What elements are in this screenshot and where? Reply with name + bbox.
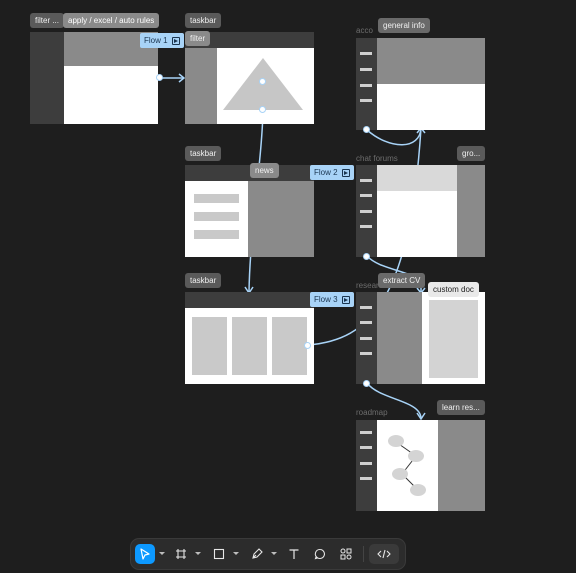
tag-taskbar[interactable]: taskbar [185,273,222,288]
tag-general-info[interactable]: general info [378,18,430,33]
rectangle-icon [213,548,225,560]
frame-label-roadmap: roadmap [356,408,388,417]
connection-node[interactable] [363,126,370,133]
toolbar-divider [363,546,364,562]
text-icon [289,549,299,559]
code-icon [377,549,391,559]
bottom-toolbar [131,539,405,569]
content-panel [377,292,422,384]
comment-tool-button[interactable] [310,544,330,564]
dev-mode-toggle[interactable] [369,544,399,564]
flow-2-label: Flow 2 [314,168,338,177]
chevron-down-icon[interactable] [195,552,201,555]
tag-learn-resources[interactable]: learn res... [437,400,485,415]
tag-apply-rules[interactable]: apply / excel / auto rules [63,13,160,28]
frame-taskbar-2[interactable] [185,165,314,257]
flow-3-label: Flow 3 [314,295,338,304]
frame-research[interactable] [356,292,485,384]
flow-1-badge[interactable]: Flow 1 [140,33,184,48]
flow-1-label: Flow 1 [144,36,168,45]
text-tool-button[interactable] [284,544,304,564]
sidebar [30,32,64,124]
frame-icon [176,549,186,559]
play-icon [171,36,180,45]
list-row [194,230,239,239]
right-panel [438,420,485,511]
tag-extract-cv[interactable]: extract CV [378,273,426,288]
connection-node[interactable] [304,342,311,349]
frame-tool-button[interactable] [171,544,191,564]
tag-taskbar[interactable]: taskbar [185,13,222,28]
card [192,317,227,375]
frame-taskbar-3[interactable] [185,292,314,384]
connection-node[interactable] [363,253,370,260]
pen-tool-button[interactable] [247,544,267,564]
connection-node[interactable] [363,380,370,387]
tag-taskbar[interactable]: taskbar [185,146,222,161]
play-icon [341,295,350,304]
move-tool-button[interactable] [135,544,155,564]
frame-label-account: acco [356,26,373,35]
chevron-down-icon[interactable] [159,552,165,555]
frame-filter-page[interactable] [30,32,158,124]
connection-node[interactable] [156,74,163,81]
chevron-down-icon[interactable] [233,552,239,555]
comment-icon [314,548,325,560]
flow-2-badge[interactable]: Flow 2 [310,165,354,180]
actions-tool-button[interactable] [336,544,356,564]
list-row [194,212,239,221]
card [232,317,267,375]
frame-account[interactable] [356,38,485,130]
tag-filter[interactable]: filter ... [30,13,65,28]
connection-node[interactable] [259,106,266,113]
cursor-icon [140,548,150,560]
frame-roadmap[interactable] [356,420,485,511]
tag-custom-doc[interactable]: custom doc [428,282,479,297]
header-block [377,38,485,84]
tag-filter[interactable]: filter [185,31,211,46]
top-bar [185,292,314,308]
play-icon [341,168,350,177]
sidebar [185,48,217,124]
frame-label-chat-forums: chat forums [356,154,398,163]
header-block [377,165,457,191]
right-panel [457,165,485,257]
rectangle-tool-button[interactable] [209,544,229,564]
flow-3-badge[interactable]: Flow 3 [310,292,354,307]
list-row [194,194,239,203]
tag-groups[interactable]: gro... [457,146,486,161]
side-panel [248,181,314,257]
pen-icon [252,548,263,559]
document-preview [429,300,478,378]
roadmap-diagram [388,435,426,496]
chevron-down-icon[interactable] [271,552,277,555]
frame-chat-forums[interactable] [356,165,485,257]
connection-node[interactable] [259,78,266,85]
card [272,317,307,375]
tag-news[interactable]: news [250,163,279,178]
components-icon [340,548,352,560]
